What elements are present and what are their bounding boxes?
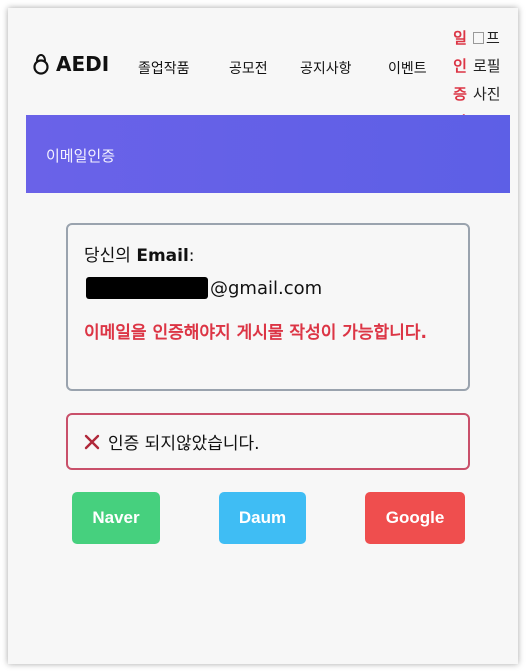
status-char: 증	[453, 85, 467, 103]
email-label-prefix: 당신의	[84, 246, 137, 266]
status-char: 일	[453, 29, 467, 47]
verification-alert: 인증 되지않았습니다.	[66, 413, 470, 470]
brand-name: AEDI	[56, 52, 110, 76]
alert-message: 인증 되지않았습니다.	[108, 434, 260, 454]
naver-button[interactable]: Naver	[72, 492, 160, 544]
redacted-email-local-part	[86, 277, 208, 299]
email-value: @gmail.com	[86, 277, 322, 299]
padlock-icon	[33, 53, 49, 75]
nav-link-events[interactable]: 이벤트	[388, 58, 427, 78]
verification-warning: 이메일을 인증해야지 게시물 작성이 가능합니다.	[84, 323, 427, 343]
page-title: 이메일인증	[46, 147, 116, 165]
profile-alt-text: 사진	[473, 85, 501, 103]
brand-logo[interactable]: AEDI	[32, 52, 109, 76]
email-info-card: 당신의 Email: @gmail.com 이메일을 인증해야지 게시물 작성이…	[66, 223, 470, 391]
google-button[interactable]: Google	[365, 492, 465, 544]
email-label-bold: Email	[136, 246, 189, 266]
page-banner: 이메일인증	[26, 115, 510, 193]
profile-alt-text: 프	[486, 29, 500, 47]
broken-image-icon	[473, 32, 484, 44]
profile-image[interactable]: 프 로필 사진	[473, 24, 513, 108]
navbar: AEDI 졸업작품 공모전 공지사항 이벤트 일 인 증 안 됨] 프 로필 사…	[18, 24, 513, 159]
profile-alt-text: 로필	[473, 57, 501, 75]
email-label: 당신의 Email:	[84, 241, 195, 266]
email-label-suffix: :	[188, 246, 195, 266]
close-icon	[84, 434, 100, 450]
nav-link-graduation-works[interactable]: 졸업작품	[138, 58, 190, 78]
email-domain: @gmail.com	[210, 277, 323, 299]
nav-link-notices[interactable]: 공지사항	[300, 58, 352, 78]
nav-link-contest[interactable]: 공모전	[229, 58, 268, 78]
status-char: 인	[453, 57, 467, 75]
daum-button[interactable]: Daum	[219, 492, 306, 544]
